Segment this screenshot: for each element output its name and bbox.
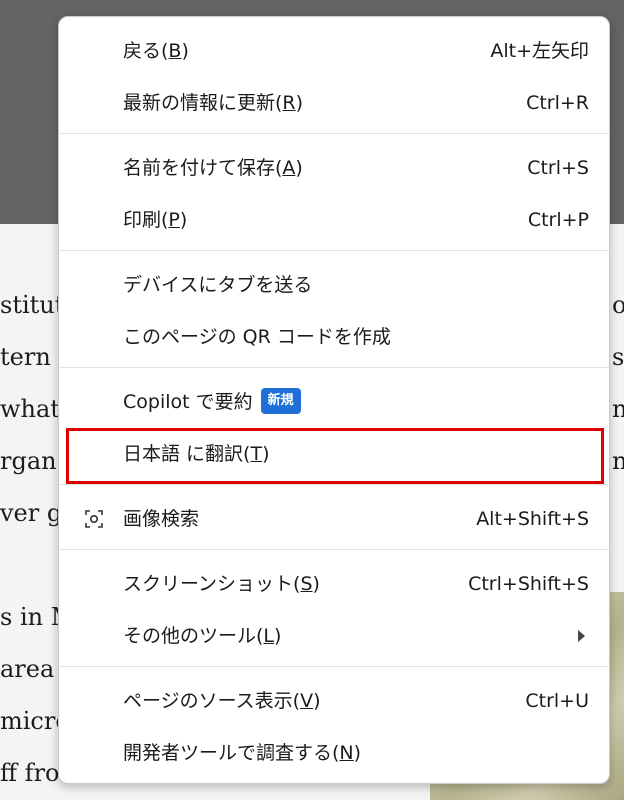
article-text-line: n: [612, 447, 624, 475]
chevron-right-icon: [578, 630, 585, 642]
menu-item-shortcut: Alt+Shift+S: [476, 508, 589, 530]
menu-item-qr-code[interactable]: このページの QR コードを作成: [59, 311, 609, 363]
visual-search-icon: [83, 508, 105, 530]
menu-item-label: Copilot で要約 新規: [123, 376, 301, 428]
menu-item-copilot-summarize[interactable]: Copilot で要約 新規: [59, 376, 609, 428]
menu-item-send-tab[interactable]: デバイスにタブを送る: [59, 259, 609, 311]
menu-item-back[interactable]: 戻る(B) Alt+左矢印: [59, 25, 609, 77]
article-text-line: or: [612, 291, 624, 319]
menu-item-screenshot[interactable]: スクリーンショット(S) Ctrl+Shift+S: [59, 558, 609, 610]
menu-separator: [59, 250, 609, 251]
menu-item-shortcut: Ctrl+U: [525, 690, 589, 712]
menu-item-label: 日本語 に翻訳(T): [123, 443, 270, 465]
article-text-line: stitut: [0, 291, 65, 319]
menu-item-inspect[interactable]: 開発者ツールで調査する(N): [59, 727, 609, 779]
menu-item-print[interactable]: 印刷(P) Ctrl+P: [59, 194, 609, 246]
menu-separator: [59, 367, 609, 368]
menu-item-label: 開発者ツールで調査する(N): [123, 742, 362, 764]
menu-item-refresh[interactable]: 最新の情報に更新(R) Ctrl+R: [59, 77, 609, 129]
menu-separator: [59, 484, 609, 485]
menu-item-shortcut: Ctrl+S: [527, 157, 589, 179]
article-text-line: s: [612, 343, 624, 371]
article-text-line: what: [0, 395, 60, 423]
menu-item-label: ページのソース表示(V): [123, 690, 321, 712]
article-text-line: rgan: [0, 447, 57, 475]
menu-item-translate[interactable]: 日本語 に翻訳(T): [59, 428, 609, 480]
menu-separator: [59, 133, 609, 134]
menu-item-label: 戻る(B): [123, 40, 189, 62]
article-text-line: n.: [612, 395, 624, 423]
context-menu: 戻る(B) Alt+左矢印 最新の情報に更新(R) Ctrl+R 名前を付けて保…: [58, 16, 610, 784]
menu-item-save-as[interactable]: 名前を付けて保存(A) Ctrl+S: [59, 142, 609, 194]
menu-item-label: デバイスにタブを送る: [123, 274, 313, 296]
menu-item-shortcut: Ctrl+R: [526, 92, 589, 114]
new-badge: 新規: [260, 387, 301, 414]
article-text-line: ff fro: [0, 759, 60, 787]
menu-item-view-source[interactable]: ページのソース表示(V) Ctrl+U: [59, 675, 609, 727]
menu-item-label: 最新の情報に更新(R): [123, 92, 304, 114]
article-text-line: tern: [0, 343, 51, 371]
menu-item-label: 名前を付けて保存(A): [123, 157, 303, 179]
menu-item-more-tools[interactable]: その他のツール(L): [59, 610, 609, 662]
menu-item-label: その他のツール(L): [123, 625, 282, 647]
menu-item-label: スクリーンショット(S): [123, 573, 320, 595]
menu-separator: [59, 549, 609, 550]
menu-item-label: このページの QR コードを作成: [123, 326, 391, 348]
menu-item-shortcut: Ctrl+P: [527, 209, 589, 231]
menu-item-label: 印刷(P): [123, 209, 188, 231]
menu-item-shortcut: Alt+左矢印: [490, 40, 589, 62]
menu-item-shortcut: Ctrl+Shift+S: [468, 573, 589, 595]
screen: stitut tern what rgan ver go s in M area…: [0, 0, 624, 800]
menu-separator: [59, 666, 609, 667]
menu-item-label: 画像検索: [123, 508, 200, 530]
article-text-line: area: [0, 655, 55, 683]
menu-item-image-search[interactable]: 画像検索 Alt+Shift+S: [59, 493, 609, 545]
